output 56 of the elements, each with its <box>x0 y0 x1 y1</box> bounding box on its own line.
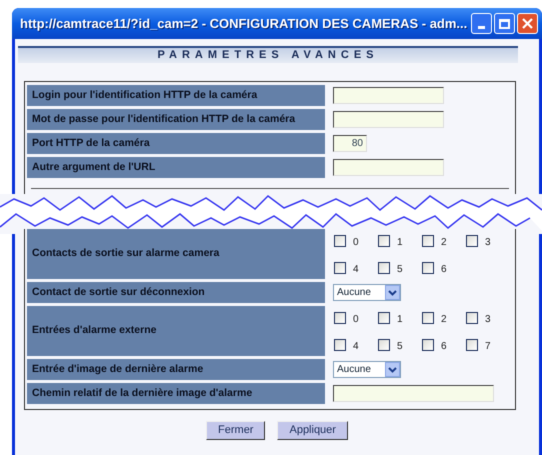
checkbox[interactable] <box>334 262 346 274</box>
field-label: Autre argument de l'URL <box>27 157 325 178</box>
field-label: Contacts de sortie sur alarme camera <box>27 229 325 279</box>
input-field[interactable] <box>333 385 494 402</box>
field-label: Mot de passe pour l'identification HTTP de la caméra <box>27 109 325 130</box>
field-label: Entrées d'alarme externe <box>27 306 325 356</box>
checkbox-label: 2 <box>441 312 447 326</box>
field-label: Chemin relatif de la dernière image d'alarme <box>27 383 325 404</box>
dropdown[interactable]: Aucune <box>333 361 401 378</box>
input-field[interactable] <box>333 111 444 128</box>
checkbox[interactable] <box>378 338 390 350</box>
checkbox-label: 3 <box>485 236 491 250</box>
input-field[interactable]: 80 <box>333 135 367 152</box>
checkbox-label: 7 <box>485 340 491 354</box>
checkbox[interactable] <box>422 234 434 246</box>
checkbox-label: 0 <box>353 236 359 250</box>
dropdown[interactable]: Aucune <box>333 284 401 301</box>
checkbox-label: 6 <box>441 340 447 354</box>
checkbox[interactable] <box>422 312 434 324</box>
checkbox-label: 0 <box>353 312 359 326</box>
checkbox[interactable] <box>466 312 478 324</box>
checkbox[interactable] <box>378 234 390 246</box>
checkbox[interactable] <box>378 312 390 324</box>
field-label: Login pour l'identification HTTP de la caméra <box>27 85 325 106</box>
checkbox[interactable] <box>334 234 346 246</box>
field-label: Port HTTP de la caméra <box>27 133 325 154</box>
checkbox[interactable] <box>422 338 434 350</box>
input-field[interactable] <box>333 87 444 104</box>
checkbox-label: 6 <box>441 262 447 276</box>
dialog-button[interactable]: Appliquer <box>277 421 348 440</box>
checkbox-label: 5 <box>397 262 403 276</box>
checkbox[interactable] <box>466 234 478 246</box>
checkbox-label: 4 <box>353 262 359 276</box>
checkbox-label: 1 <box>397 236 403 250</box>
checkbox[interactable] <box>378 262 390 274</box>
checkbox[interactable] <box>334 338 346 350</box>
close-icon <box>522 18 534 29</box>
section-header: PARAMETRES AVANCES <box>18 46 518 63</box>
checkbox-label: 4 <box>353 340 359 354</box>
checkbox-label: 1 <box>397 312 403 326</box>
checkbox[interactable] <box>334 312 346 324</box>
field-label: Contact de sortie sur déconnexion <box>27 282 325 303</box>
checkbox-label: 5 <box>397 340 403 354</box>
checkbox[interactable] <box>422 262 434 274</box>
dialog-button[interactable]: Fermer <box>206 421 266 440</box>
checkbox[interactable] <box>466 338 478 350</box>
minimize-button[interactable] <box>471 13 492 34</box>
checkbox-label: 3 <box>485 312 491 326</box>
window-title: http://camtrace11/?id_cam=2 - CONFIGURATION DES CAMERAS - adm... <box>20 14 468 33</box>
caret-icon <box>388 366 397 372</box>
checkbox-label: 2 <box>441 236 447 250</box>
maximize-button[interactable] <box>494 13 516 34</box>
caret-icon <box>388 290 397 296</box>
close-button[interactable] <box>517 13 538 34</box>
input-field[interactable] <box>333 159 444 176</box>
field-label: Entrée d'image de dernière alarme <box>27 359 325 380</box>
